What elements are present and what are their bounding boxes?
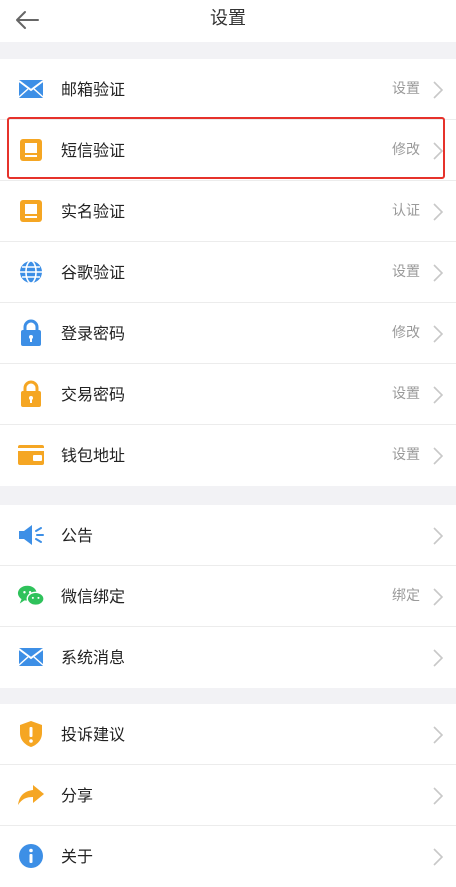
row-value: 设置 <box>392 81 420 97</box>
chevron-right-icon <box>433 447 444 465</box>
lock-icon <box>17 380 45 408</box>
row-label: 邮箱验证 <box>61 80 126 99</box>
settings-row-sms-verify[interactable]: 短信验证 修改 <box>0 120 456 181</box>
chevron-right-icon <box>433 787 444 805</box>
settings-row-announcement[interactable]: 公告 <box>0 505 456 566</box>
row-value: 绑定 <box>392 588 420 604</box>
row-label: 系统消息 <box>61 648 126 667</box>
settings-row-trade-password[interactable]: 交易密码 设置 <box>0 364 456 425</box>
row-label: 钱包地址 <box>61 446 126 465</box>
row-label: 交易密码 <box>61 385 126 404</box>
settings-row-system-message[interactable]: 系统消息 <box>0 627 456 688</box>
row-label: 关于 <box>61 847 94 866</box>
row-value: 认证 <box>392 203 420 219</box>
chevron-right-icon <box>433 649 444 667</box>
id-card-icon <box>17 197 45 225</box>
notification-settings-group: 公告 微信绑定 绑定 系统消息 <box>0 505 456 688</box>
shield-alert-icon <box>17 720 45 748</box>
wallet-icon <box>17 441 45 469</box>
lock-icon <box>17 319 45 347</box>
info-icon <box>17 842 45 870</box>
settings-row-realname-verify[interactable]: 实名验证 认证 <box>0 181 456 242</box>
other-settings-group: 投诉建议 分享 关于 <box>0 704 456 887</box>
row-value: 修改 <box>392 325 420 341</box>
row-label: 短信验证 <box>61 141 126 160</box>
chevron-right-icon <box>433 264 444 282</box>
chevron-right-icon <box>433 203 444 221</box>
settings-row-share[interactable]: 分享 <box>0 765 456 826</box>
chevron-right-icon <box>433 81 444 99</box>
globe-icon <box>17 258 45 286</box>
row-label: 公告 <box>61 526 94 545</box>
row-label: 谷歌验证 <box>61 263 126 282</box>
row-label: 登录密码 <box>61 324 126 343</box>
settings-row-login-password[interactable]: 登录密码 修改 <box>0 303 456 364</box>
page-title: 设置 <box>210 8 246 29</box>
settings-row-google-verify[interactable]: 谷歌验证 设置 <box>0 242 456 303</box>
phone-icon <box>17 136 45 164</box>
settings-row-wallet-address[interactable]: 钱包地址 设置 <box>0 425 456 486</box>
row-value: 设置 <box>392 447 420 463</box>
row-label: 实名验证 <box>61 202 126 221</box>
settings-row-about[interactable]: 关于 <box>0 826 456 887</box>
settings-row-email-verify[interactable]: 邮箱验证 设置 <box>0 59 456 120</box>
share-icon <box>17 781 45 809</box>
mail-icon <box>17 643 45 671</box>
header-bar: 设置 <box>0 0 456 42</box>
security-settings-group: 邮箱验证 设置 短信验证 修改 实名验证 认证 谷歌验证 设置 登录密码 修改 <box>0 59 456 486</box>
chevron-right-icon <box>433 848 444 866</box>
row-label: 投诉建议 <box>61 725 126 744</box>
row-value: 修改 <box>392 142 420 158</box>
row-label: 微信绑定 <box>61 587 126 606</box>
megaphone-icon <box>17 521 45 549</box>
chevron-right-icon <box>433 588 444 606</box>
wechat-icon <box>17 582 45 610</box>
chevron-right-icon <box>433 386 444 404</box>
chevron-right-icon <box>433 527 444 545</box>
row-value: 设置 <box>392 264 420 280</box>
row-label: 分享 <box>61 786 94 805</box>
chevron-right-icon <box>433 726 444 744</box>
settings-row-feedback[interactable]: 投诉建议 <box>0 704 456 765</box>
row-value: 设置 <box>392 386 420 402</box>
mail-icon <box>17 75 45 103</box>
settings-row-wechat-bind[interactable]: 微信绑定 绑定 <box>0 566 456 627</box>
chevron-right-icon <box>433 325 444 343</box>
chevron-right-icon <box>433 142 444 160</box>
